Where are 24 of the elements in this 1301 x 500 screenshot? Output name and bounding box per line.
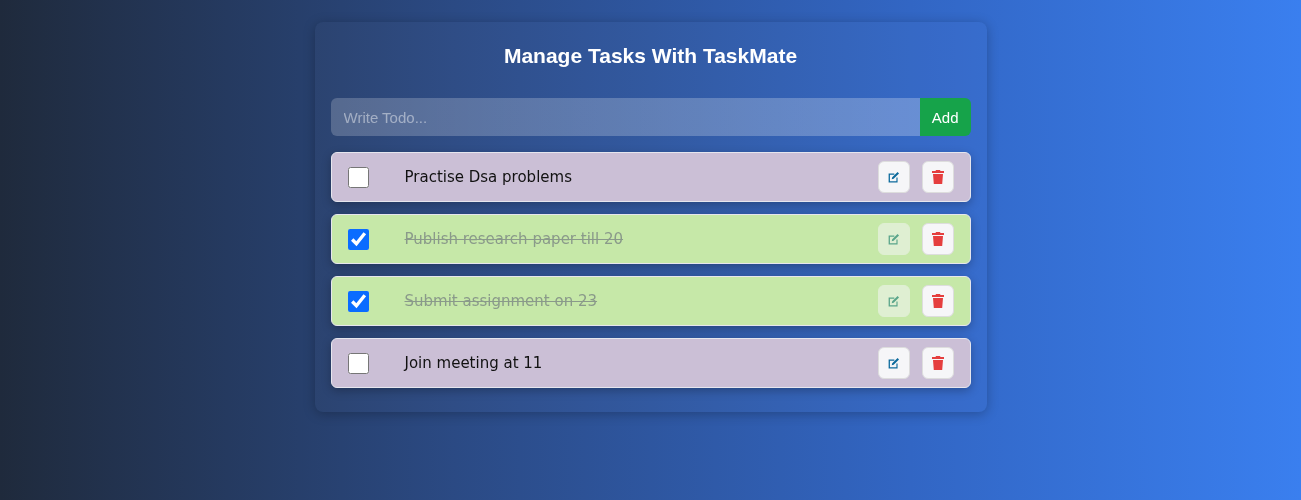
todo-text: Publish research paper till 20 <box>404 230 625 248</box>
edit-icon <box>887 170 900 184</box>
trash-icon <box>931 294 944 308</box>
todo-checkbox[interactable] <box>347 228 369 250</box>
trash-icon <box>931 232 944 246</box>
edit-icon <box>887 356 900 370</box>
trash-icon <box>931 170 944 184</box>
delete-button[interactable] <box>921 285 954 317</box>
edit-icon <box>887 294 900 308</box>
todo-checkbox[interactable] <box>347 290 369 312</box>
add-button[interactable]: Add <box>919 98 971 136</box>
delete-button[interactable] <box>921 223 954 255</box>
edit-button[interactable] <box>877 161 910 193</box>
edit-icon <box>887 232 900 246</box>
todo-text: Join meeting at 11 <box>404 354 544 372</box>
trash-icon <box>931 356 944 370</box>
edit-button[interactable] <box>877 347 910 379</box>
todo-text: Submit assignment on 23 <box>404 292 599 310</box>
todo-text: Practise Dsa problems <box>404 168 573 186</box>
delete-button[interactable] <box>921 347 954 379</box>
todo-checkbox[interactable] <box>347 352 369 374</box>
delete-button[interactable] <box>921 161 954 193</box>
todo-checkbox[interactable] <box>347 166 369 188</box>
page-title: Manage Tasks With TaskMate <box>502 44 799 68</box>
